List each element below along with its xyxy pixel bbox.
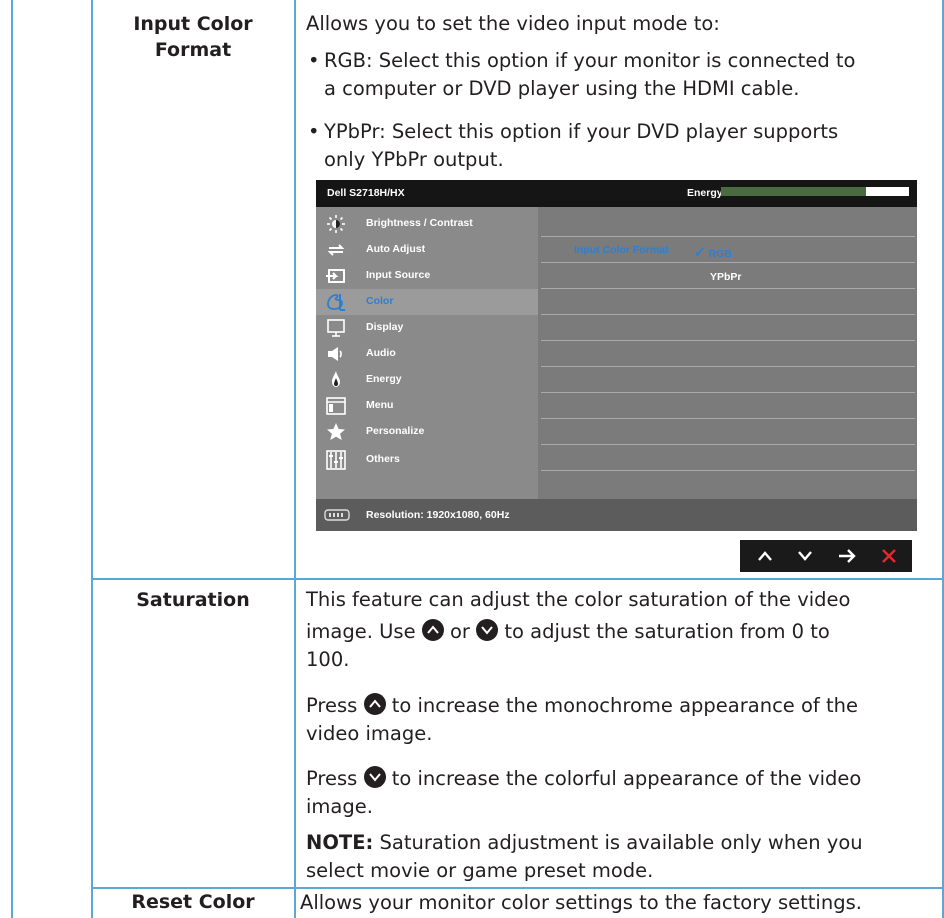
brightness-icon [327,215,345,233]
energy-use-fill [721,187,866,196]
others-icon [326,450,346,470]
osd-status-bar: Resolution: 1920x1080, 60Hz [316,499,917,531]
osd-menu-label: Auto Adjust [366,243,426,255]
osd-menu-label: Brightness / Contrast [366,217,473,229]
osd-menu-item-personalize[interactable]: Personalize [316,419,538,445]
energy-use-bar [721,187,909,196]
osd-model-name: Dell S2718H/HX [327,187,405,199]
osd-menu-label: Energy [366,373,402,385]
down-icon [798,551,812,561]
osd-menu-label: Personalize [366,425,425,437]
osd-nav-buttons [740,540,912,572]
bullet-dot: • [308,49,320,72]
divider [541,444,915,445]
divider [541,366,915,367]
input-source-icon [326,269,345,283]
up-icon [758,551,772,561]
connector-icon [324,509,350,521]
display-icon [327,319,345,337]
osd-title-bar: Dell S2718H/HX Energy Use [316,180,917,207]
auto-adjust-icon [327,244,345,256]
osd-menu-item-audio[interactable]: Audio [316,341,538,367]
saturation-note: NOTE: Saturation adjustment is available… [306,831,863,882]
osd-menu: Dell S2718H/HX Energy Use Brightness / C… [316,180,917,531]
osd-menu-label: Others [366,453,400,465]
up-button-icon [363,693,386,715]
osd-menu-item-color[interactable]: Color [316,289,538,315]
divider [541,418,915,419]
table-border-col2 [294,0,296,918]
osd-menu-item-auto-adjust[interactable]: Auto Adjust [316,237,538,263]
row-label-saturation: Saturation [136,589,250,611]
divider [541,340,915,341]
checkmark-icon: ✓ [694,244,706,260]
osd-menu-label: Audio [366,347,396,359]
osd-menu-item-menu[interactable]: Menu [316,393,538,419]
table-border-col1 [91,0,93,918]
table-border-left [11,0,13,918]
divider [541,236,915,237]
osd-options-panel: Input Color Format ✓ RGB YPbPr [538,207,917,499]
right-arrow-icon [839,549,856,563]
bullet-dot: • [308,120,320,143]
up-button[interactable] [748,540,782,572]
osd-menu-item-display[interactable]: Display [316,315,538,341]
osd-sidebar: Brightness / Contrast Auto Adjust Input … [316,207,538,499]
color-icon [327,294,345,311]
option-ypbpr[interactable]: YPbPr [710,271,742,283]
row-label-input-color-format: Input Color Format [133,13,253,61]
up-button-icon [421,619,444,641]
resolution-text: Resolution: 1920x1080, 60Hz [366,509,510,521]
divider [541,314,915,315]
saturation-colorful-text: Press to increase the colorful appearanc… [306,766,862,818]
reset-color-text: Allows your monitor color settings to th… [300,891,862,914]
input-color-format-label: Input Color Format [574,244,669,256]
osd-menu-item-others[interactable]: Others [316,447,538,473]
osd-menu-item-brightness-contrast[interactable]: Brightness / Contrast [316,211,538,237]
saturation-description: This feature can adjust the color satura… [306,588,851,671]
divider [541,392,915,393]
osd-menu-item-input-source[interactable]: Input Source [316,263,538,289]
down-button-icon [476,619,499,641]
exit-button[interactable] [872,540,906,572]
energy-icon [332,371,340,387]
star-icon [327,423,345,440]
close-icon [882,549,896,563]
row-label-reset-color: Reset Color [131,891,255,913]
osd-menu-item-energy[interactable]: Energy [316,367,538,393]
osd-menu-label: Menu [366,399,394,411]
divider [541,288,915,289]
osd-menu-label: Display [366,321,404,333]
next-button[interactable] [830,540,864,572]
intro-text: Allows you to set the video input mode t… [306,12,720,35]
divider [541,262,915,263]
down-button-icon [363,766,386,788]
divider [541,470,915,471]
speaker-icon [328,347,342,361]
down-button[interactable] [788,540,822,572]
saturation-monochrome-text: Press to increase the monochrome appeara… [306,693,858,745]
row-divider [91,578,944,580]
osd-menu-label: Color [366,295,394,307]
osd-menu-label: Input Source [366,269,431,281]
menu-icon [326,397,346,415]
option-rgb[interactable]: ✓ RGB [694,244,732,261]
